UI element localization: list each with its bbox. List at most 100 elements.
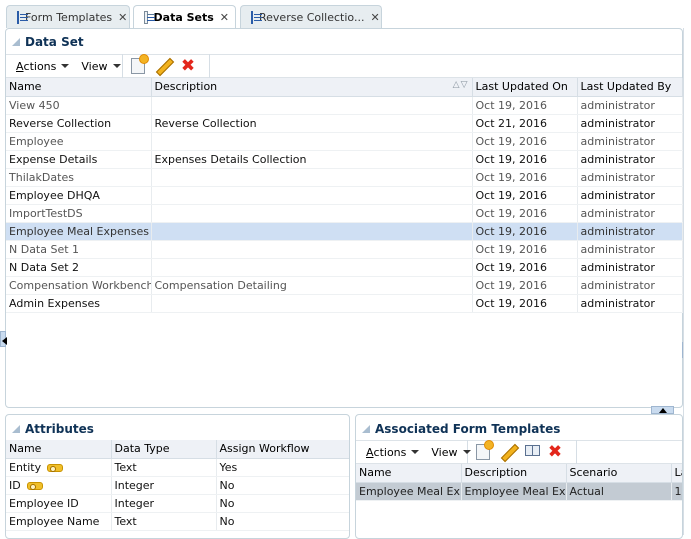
column-header-name[interactable]: Name	[356, 464, 462, 483]
view-menu[interactable]: View	[81, 60, 121, 73]
cell-last-updated-on: Oct 19, 2016	[472, 168, 578, 187]
arrow-up-icon	[659, 408, 667, 413]
column-header-scenario[interactable]: Scenario	[566, 464, 672, 483]
cell-name: View 450	[6, 96, 152, 115]
cell-last-updated-on: Oct 19, 2016	[472, 150, 578, 169]
cell-last-updated-by: administrator	[577, 276, 683, 295]
chevron-down-icon	[112, 64, 121, 68]
tab-data-sets[interactable]: Data Sets ✕	[133, 5, 236, 29]
cell-name: Employee Meal Expenses	[6, 222, 152, 241]
form-list-icon	[251, 10, 262, 24]
cell-name: N Data Set 1	[6, 240, 152, 259]
table-row[interactable]: ThilakDates Oct 19, 2016 administrator	[6, 168, 683, 187]
create-icon[interactable]	[476, 441, 493, 460]
cell-name: Compensation Workbench	[6, 276, 152, 295]
view-menu[interactable]: View	[431, 446, 471, 459]
delete-icon[interactable]: ✖	[546, 443, 564, 461]
table-row[interactable]: Employee Meal ExpenEmployee Meal ExpenAc…	[356, 482, 682, 501]
cell-description	[151, 132, 473, 151]
cell-name: Employee Meal Expen	[356, 482, 462, 501]
cell-description	[151, 294, 473, 313]
column-header-assign-workflow[interactable]: Assign Workflow	[216, 440, 349, 459]
column-header-description[interactable]: Description △▽	[151, 78, 473, 97]
tab-label: Data Sets	[153, 11, 214, 24]
table-row[interactable]: View 450 Oct 19, 2016 administrator	[6, 96, 683, 115]
cell-description: Compensation Detailing	[151, 276, 473, 295]
cell-last-updated-by: administrator	[577, 222, 683, 241]
close-icon[interactable]: ✕	[220, 11, 229, 24]
cell-last-updated-by: administrator	[577, 294, 683, 313]
attributes-panel-header[interactable]: Attributes	[6, 415, 349, 440]
tab-form-templates[interactable]: Form Templates ✕	[6, 5, 130, 28]
table-row[interactable]: ID Integer No	[6, 476, 349, 495]
cell-last-updated-by: administrator	[577, 204, 683, 223]
cell-description	[151, 96, 473, 115]
table-row[interactable]: N Data Set 2 Oct 19, 2016 administrator	[6, 258, 683, 277]
collapse-icon[interactable]	[362, 424, 370, 433]
tab-label: Form Templates	[25, 10, 113, 24]
forms-table: Name Description Scenario La Employee Me…	[356, 464, 682, 501]
table-row[interactable]: Employee DHQA Oct 19, 2016 administrator	[6, 186, 683, 205]
column-header-name[interactable]: Name	[6, 78, 152, 97]
table-row[interactable]: N Data Set 1 Oct 19, 2016 administrator	[6, 240, 683, 259]
cell-data-type: Text	[111, 512, 217, 531]
cell-last-updated-on: Oct 19, 2016	[472, 294, 578, 313]
data-set-panel-header[interactable]: Data Set	[6, 29, 682, 54]
column-header-name[interactable]: Name	[6, 440, 112, 459]
cell-description	[151, 186, 473, 205]
collapse-icon[interactable]	[12, 424, 20, 433]
table-row[interactable]: Admin Expenses Oct 19, 2016 administrator	[6, 294, 683, 313]
data-set-toolbar: Actions View ✖	[6, 54, 682, 78]
collapse-left-handle[interactable]	[0, 331, 7, 347]
edit-icon[interactable]	[155, 57, 173, 75]
collapse-up-handle[interactable]	[651, 406, 674, 414]
create-icon[interactable]	[131, 55, 148, 74]
column-header-description[interactable]: Description	[461, 464, 567, 483]
table-row[interactable]: ImportTestDS Oct 19, 2016 administrator	[6, 204, 683, 223]
table-row[interactable]: Entity Text Yes	[6, 458, 349, 477]
cell-last-updated-by: administrator	[577, 186, 683, 205]
duplicate-icon[interactable]	[524, 444, 540, 460]
cell-description	[151, 204, 473, 223]
close-icon[interactable]: ✕	[370, 11, 379, 24]
cell-last-updated-on: Oct 19, 2016	[472, 204, 578, 223]
tab-reverse-collection[interactable]: Reverse Collectio... ✕	[240, 5, 382, 28]
cell-assign-workflow: No	[216, 494, 349, 513]
table-row[interactable]: Compensation Workbench Compensation Detai…	[6, 276, 683, 295]
actions-menu[interactable]: Actions	[366, 446, 420, 459]
cell-name: Expense Details	[6, 150, 152, 169]
cell-description: Employee Meal Expen	[461, 482, 567, 501]
table-row[interactable]: Reverse Collection Reverse Collection Oct …	[6, 114, 683, 133]
table-row[interactable]: Employee Name Text No	[6, 512, 349, 531]
panel-title: Associated Form Templates	[375, 421, 561, 436]
forms-panel-header[interactable]: Associated Form Templates	[356, 415, 682, 440]
page-scrollbar[interactable]	[683, 28, 691, 535]
table-row[interactable]: Employee Oct 19, 2016 administrator	[6, 132, 683, 151]
delete-icon[interactable]: ✖	[179, 57, 197, 75]
cell-description	[151, 240, 473, 259]
collapse-icon[interactable]	[12, 37, 20, 46]
column-header-data-type[interactable]: Data Type	[111, 440, 217, 459]
actions-menu[interactable]: Actions	[16, 60, 70, 73]
table-row[interactable]: Employee Meal Expenses Oct 19, 2016 admini…	[6, 222, 683, 241]
cell-name: Employee ID	[6, 494, 112, 513]
table-row[interactable]: Expense Details Expenses Details Collecti…	[6, 150, 683, 169]
cell-last-updated-by: administrator	[577, 258, 683, 277]
cell-last-updated-on: Oct 19, 2016	[472, 132, 578, 151]
table-row[interactable]: Employee ID Integer No	[6, 494, 349, 513]
key-icon	[26, 481, 43, 490]
sort-icon[interactable]: △▽	[453, 80, 469, 90]
attributes-table: Name Data Type Assign Workflow Entity Tex…	[6, 440, 349, 531]
column-header-last-updated-on[interactable]: Last Updated On	[472, 78, 578, 97]
data-set-table: Name Description △▽ Last Updated On Last …	[6, 78, 683, 313]
cell-description	[151, 258, 473, 277]
cell-last-updated-by: administrator	[577, 114, 683, 133]
column-header-last-updated-by[interactable]: Last Updated By	[577, 78, 683, 97]
cell-description: Reverse Collection	[151, 114, 473, 133]
close-icon[interactable]: ✕	[118, 11, 127, 24]
cell-description	[151, 168, 473, 187]
column-header-last-updated[interactable]: La	[671, 464, 682, 483]
edit-icon[interactable]	[500, 443, 518, 461]
cell-last-updated-on: Oct 21, 2016	[472, 114, 578, 133]
cell-name: ThilakDates	[6, 168, 152, 187]
